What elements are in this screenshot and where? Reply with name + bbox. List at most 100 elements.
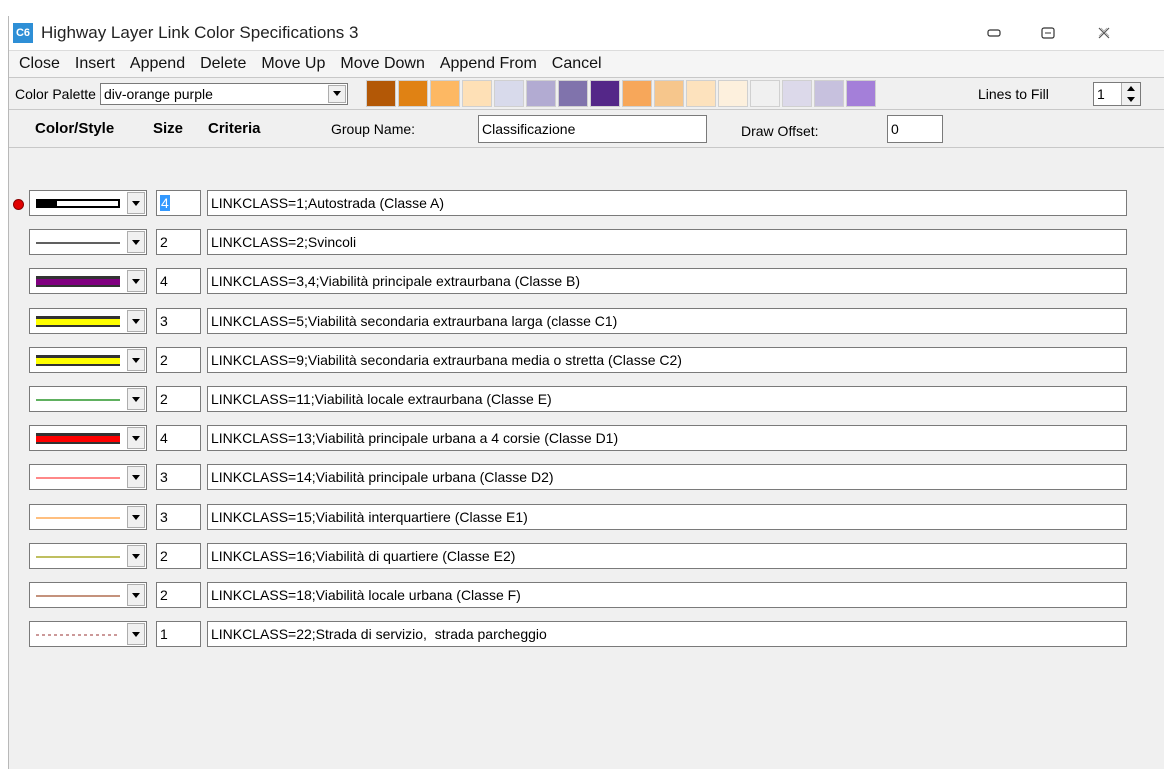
palette-swatch[interactable] [589,80,620,107]
color-palette-select[interactable]: div-orange purple [99,82,348,105]
size-input[interactable]: 3 [156,464,201,490]
line-style-select[interactable] [29,464,147,490]
line-style-select[interactable] [29,229,147,255]
menu-move-down[interactable]: Move Down [340,55,424,73]
size-value: 2 [160,587,168,603]
criteria-input[interactable]: LINKCLASS=1;Autostrada (Classe A) [207,190,1127,216]
criteria-input[interactable]: LINKCLASS=14;Viabilità principale urbana… [207,464,1127,490]
close-window-button[interactable] [1089,22,1119,44]
palette-swatch[interactable] [493,80,524,107]
size-input[interactable]: 4 [156,190,201,216]
line-style-select[interactable] [29,268,147,294]
chevron-down-icon[interactable] [127,584,145,606]
criteria-row[interactable]: 3 LINKCLASS=15;Viabilità interquartiere (… [9,502,1164,532]
size-input[interactable]: 2 [156,347,201,373]
criteria-row[interactable]: 4 LINKCLASS=13;Viabilità principale urban… [9,423,1164,453]
chevron-down-icon[interactable] [127,270,145,292]
palette-swatch[interactable] [621,80,652,107]
criteria-input[interactable]: LINKCLASS=9;Viabilità secondaria extraur… [207,347,1127,373]
menu-insert[interactable]: Insert [75,55,115,73]
size-input[interactable]: 2 [156,582,201,608]
palette-swatch[interactable] [365,80,396,107]
size-input[interactable]: 2 [156,386,201,412]
chevron-down-icon[interactable] [127,427,145,449]
palette-swatch[interactable] [653,80,684,107]
criteria-input[interactable]: LINKCLASS=5;Viabilità secondaria extraur… [207,308,1127,334]
criteria-row[interactable]: 2 LINKCLASS=2;Svincoli [9,227,1164,257]
group-name-input[interactable]: Classificazione [478,115,707,143]
criteria-input[interactable]: LINKCLASS=13;Viabilità principale urbana… [207,425,1127,451]
spinner-arrows[interactable] [1121,83,1140,105]
size-value: 4 [160,195,170,211]
palette-swatch[interactable] [813,80,844,107]
draw-offset-input[interactable]: 0 [887,115,943,143]
menu-move-up[interactable]: Move Up [261,55,325,73]
size-input[interactable]: 4 [156,425,201,451]
chevron-down-icon[interactable] [127,506,145,528]
criteria-row[interactable]: 4 LINKCLASS=3,4;Viabilità principale extr… [9,266,1164,296]
menu-append-from[interactable]: Append From [440,55,537,73]
line-style-select[interactable] [29,347,147,373]
spin-up-icon[interactable] [1127,86,1135,91]
criteria-row[interactable]: 2 LINKCLASS=9;Viabilità secondaria extrau… [9,345,1164,375]
palette-swatch[interactable] [557,80,588,107]
size-input[interactable]: 2 [156,543,201,569]
chevron-down-icon[interactable] [127,192,145,214]
palette-swatch[interactable] [717,80,748,107]
criteria-input[interactable]: LINKCLASS=16;Viabilità di quartiere (Cla… [207,543,1127,569]
palette-swatch[interactable] [525,80,556,107]
size-input[interactable]: 4 [156,268,201,294]
size-input[interactable]: 3 [156,504,201,530]
palette-swatch[interactable] [397,80,428,107]
line-style-select[interactable] [29,543,147,569]
criteria-row[interactable]: 3 LINKCLASS=5;Viabilità secondaria extrau… [9,306,1164,336]
chevron-down-icon[interactable] [127,466,145,488]
chevron-down-icon[interactable] [327,84,346,103]
criteria-input[interactable]: LINKCLASS=11;Viabilità locale extraurban… [207,386,1127,412]
menu-cancel[interactable]: Cancel [552,55,602,73]
palette-swatch[interactable] [781,80,812,107]
criteria-row[interactable]: 2 LINKCLASS=11;Viabilità locale extraurba… [9,384,1164,414]
menu-append[interactable]: Append [130,55,185,73]
menu-delete[interactable]: Delete [200,55,246,73]
size-input[interactable]: 3 [156,308,201,334]
size-input[interactable]: 2 [156,229,201,255]
line-style-preview [36,199,120,208]
menu-close[interactable]: Close [19,55,60,73]
criteria-row[interactable]: 4 LINKCLASS=1;Autostrada (Classe A) [9,188,1164,218]
line-style-select[interactable] [29,386,147,412]
line-style-select[interactable] [29,621,147,647]
palette-swatch[interactable] [685,80,716,107]
menu-bar: Close Insert Append Delete Move Up Move Down A… [9,50,1164,78]
criteria-input[interactable]: LINKCLASS=2;Svincoli [207,229,1127,255]
lines-to-fill-spinner[interactable]: 1 [1093,82,1141,106]
size-value: 2 [160,548,168,564]
criteria-row[interactable]: 3 LINKCLASS=14;Viabilità principale urban… [9,462,1164,492]
spin-down-icon[interactable] [1127,97,1135,102]
chevron-down-icon[interactable] [127,388,145,410]
palette-swatch[interactable] [461,80,492,107]
palette-swatch[interactable] [845,80,876,107]
criteria-input[interactable]: LINKCLASS=22;Strada di servizio, strada … [207,621,1127,647]
line-style-select[interactable] [29,504,147,530]
chevron-down-icon[interactable] [127,349,145,371]
chevron-down-icon[interactable] [127,231,145,253]
line-style-select[interactable] [29,425,147,451]
chevron-down-icon[interactable] [127,545,145,567]
line-style-select[interactable] [29,190,147,216]
palette-swatch[interactable] [429,80,460,107]
chevron-down-icon[interactable] [127,310,145,332]
chevron-down-icon[interactable] [127,623,145,645]
line-style-select[interactable] [29,308,147,334]
criteria-row[interactable]: 1 LINKCLASS=22;Strada di servizio, strada… [9,619,1164,649]
criteria-row[interactable]: 2 LINKCLASS=16;Viabilità di quartiere (Cl… [9,541,1164,571]
criteria-row[interactable]: 2 LINKCLASS=18;Viabilità locale urbana (C… [9,580,1164,610]
size-input[interactable]: 1 [156,621,201,647]
line-style-select[interactable] [29,582,147,608]
maximize-button[interactable] [1033,22,1063,44]
palette-swatch[interactable] [749,80,780,107]
criteria-input[interactable]: LINKCLASS=15;Viabilità interquartiere (C… [207,504,1127,530]
criteria-input[interactable]: LINKCLASS=3,4;Viabilità principale extra… [207,268,1127,294]
criteria-input[interactable]: LINKCLASS=18;Viabilità locale urbana (Cl… [207,582,1127,608]
minimize-button[interactable] [979,22,1009,44]
